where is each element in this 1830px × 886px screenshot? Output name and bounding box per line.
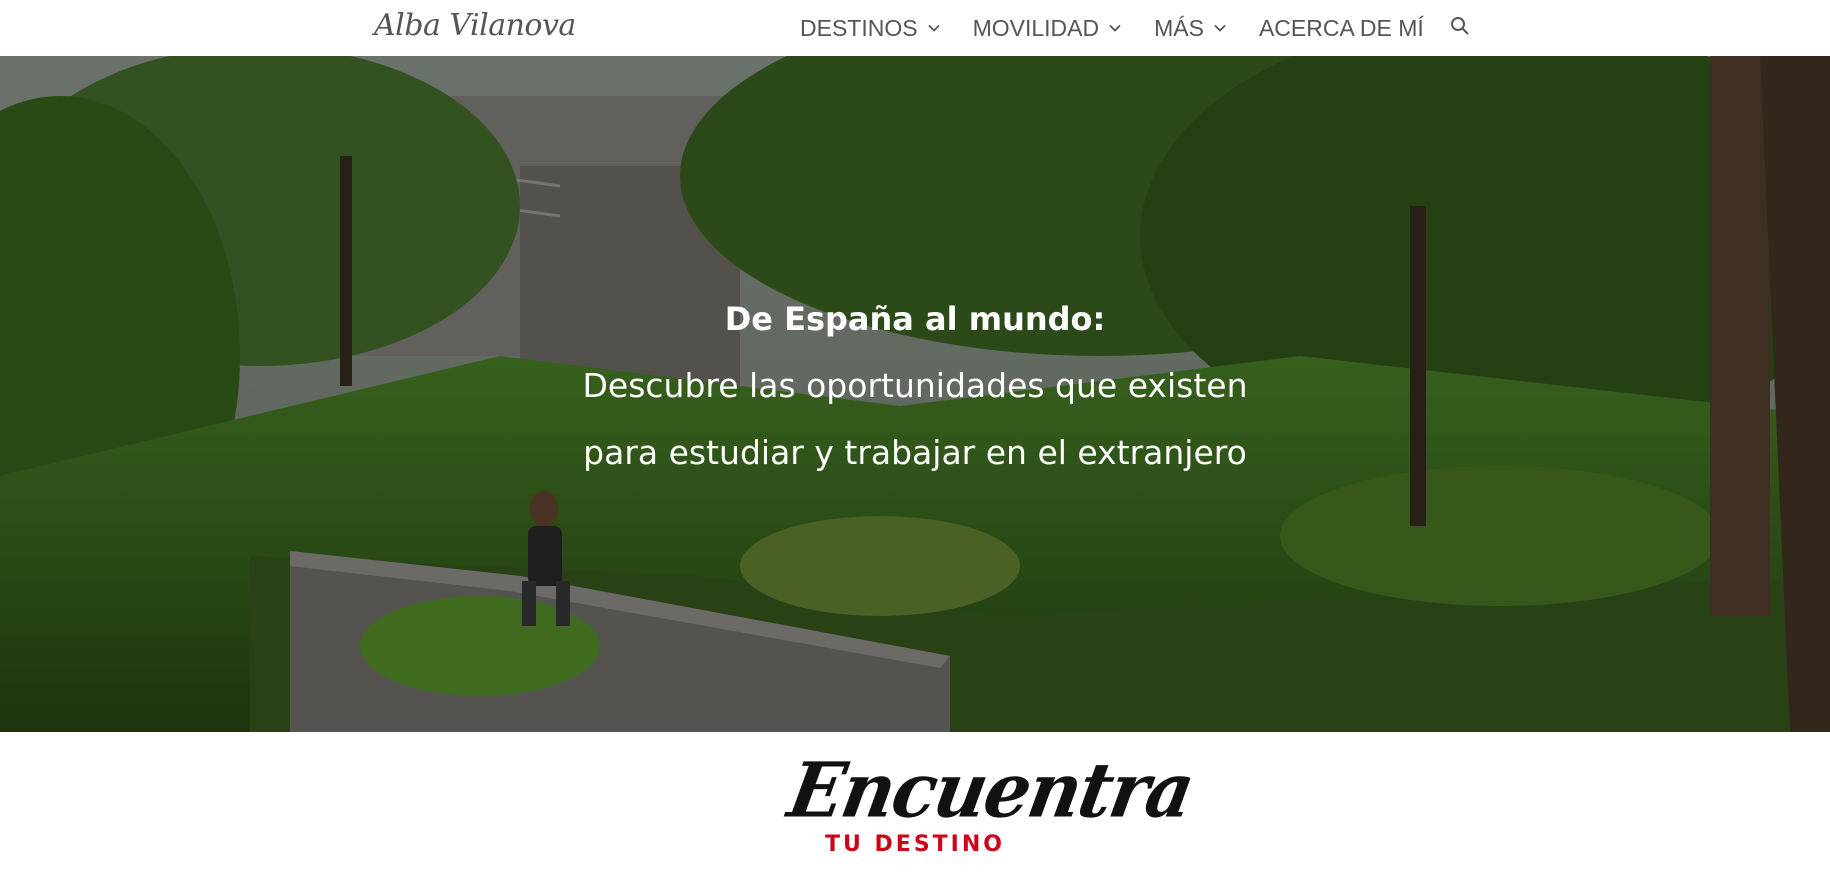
hero-text-block: De España al mundo: Descubre las oportun…	[0, 286, 1830, 486]
top-navbar: Alba Vilanova DESTINOS MOVILIDAD MÁS ACE…	[0, 0, 1830, 56]
menu-item-mas[interactable]: MÁS	[1154, 0, 1227, 56]
site-logo[interactable]: Alba Vilanova	[374, 8, 576, 43]
find-destination-heading: Encuentra TU DESTINO	[782, 745, 1199, 857]
chevron-down-icon	[1108, 21, 1122, 35]
hero-banner: De España al mundo: Descubre las oportun…	[0, 56, 1830, 732]
search-icon	[1450, 16, 1470, 41]
chevron-down-icon	[927, 21, 941, 35]
hero-heading: De España al mundo:	[724, 300, 1106, 338]
menu-item-label: DESTINOS	[800, 14, 918, 41]
menu-item-destinos[interactable]: DESTINOS	[800, 0, 941, 56]
menu-item-acerca-de-mi[interactable]: ACERCA DE MÍ	[1259, 0, 1424, 56]
hero-subtitle-line-2: para estudiar y trabajar en el extranjer…	[583, 433, 1247, 472]
menu-item-movilidad[interactable]: MOVILIDAD	[973, 0, 1123, 56]
menu-item-label: MOVILIDAD	[972, 14, 1100, 41]
main-menu: DESTINOS MOVILIDAD MÁS ACERCA DE MÍ	[800, 0, 1470, 56]
search-button[interactable]	[1450, 0, 1470, 56]
chevron-down-icon	[1213, 21, 1227, 35]
section-subtitle: TU DESTINO	[825, 832, 1005, 857]
script-title: Encuentra	[782, 744, 1200, 835]
menu-item-label: ACERCA DE MÍ	[1258, 14, 1424, 41]
hero-subtitle-line-1: Descubre las oportunidades que existen	[582, 366, 1248, 405]
menu-item-label: MÁS	[1154, 14, 1204, 41]
